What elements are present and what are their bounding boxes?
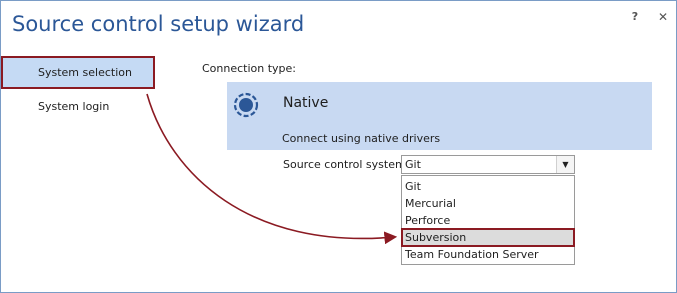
close-button[interactable]: ✕ bbox=[656, 9, 670, 25]
wizard-window: Source control setup wizard ? ✕ System s… bbox=[0, 0, 677, 293]
sidebar-item-system-selection[interactable]: System selection bbox=[1, 56, 155, 89]
dropdown-option-perforce[interactable]: Perforce bbox=[402, 212, 574, 229]
window-title: Source control setup wizard bbox=[12, 12, 305, 36]
connection-type-label: Connection type: bbox=[202, 62, 297, 75]
native-option-title: Native bbox=[283, 95, 329, 111]
native-driver-icon bbox=[233, 92, 259, 118]
native-connection-option[interactable]: Native Connect using native drivers bbox=[227, 82, 652, 150]
dropdown-option-mercurial[interactable]: Mercurial bbox=[402, 195, 574, 212]
dropdown-option-tfs[interactable]: Team Foundation Server bbox=[402, 246, 574, 263]
source-control-system-label: Source control system bbox=[283, 158, 406, 171]
native-option-description: Connect using native drivers bbox=[282, 132, 441, 145]
source-control-dropdown-list: Git Mercurial Perforce Subversion Team F… bbox=[401, 175, 575, 265]
dropdown-option-git[interactable]: Git bbox=[402, 178, 574, 195]
sidebar-item-system-login[interactable]: System login bbox=[2, 91, 154, 122]
combobox-value: Git bbox=[405, 158, 421, 171]
help-button[interactable]: ? bbox=[628, 9, 642, 25]
dropdown-arrow-icon[interactable]: ▼ bbox=[556, 156, 574, 173]
source-control-system-combobox[interactable]: Git ▼ bbox=[401, 155, 575, 174]
dropdown-option-subversion[interactable]: Subversion bbox=[401, 228, 575, 247]
